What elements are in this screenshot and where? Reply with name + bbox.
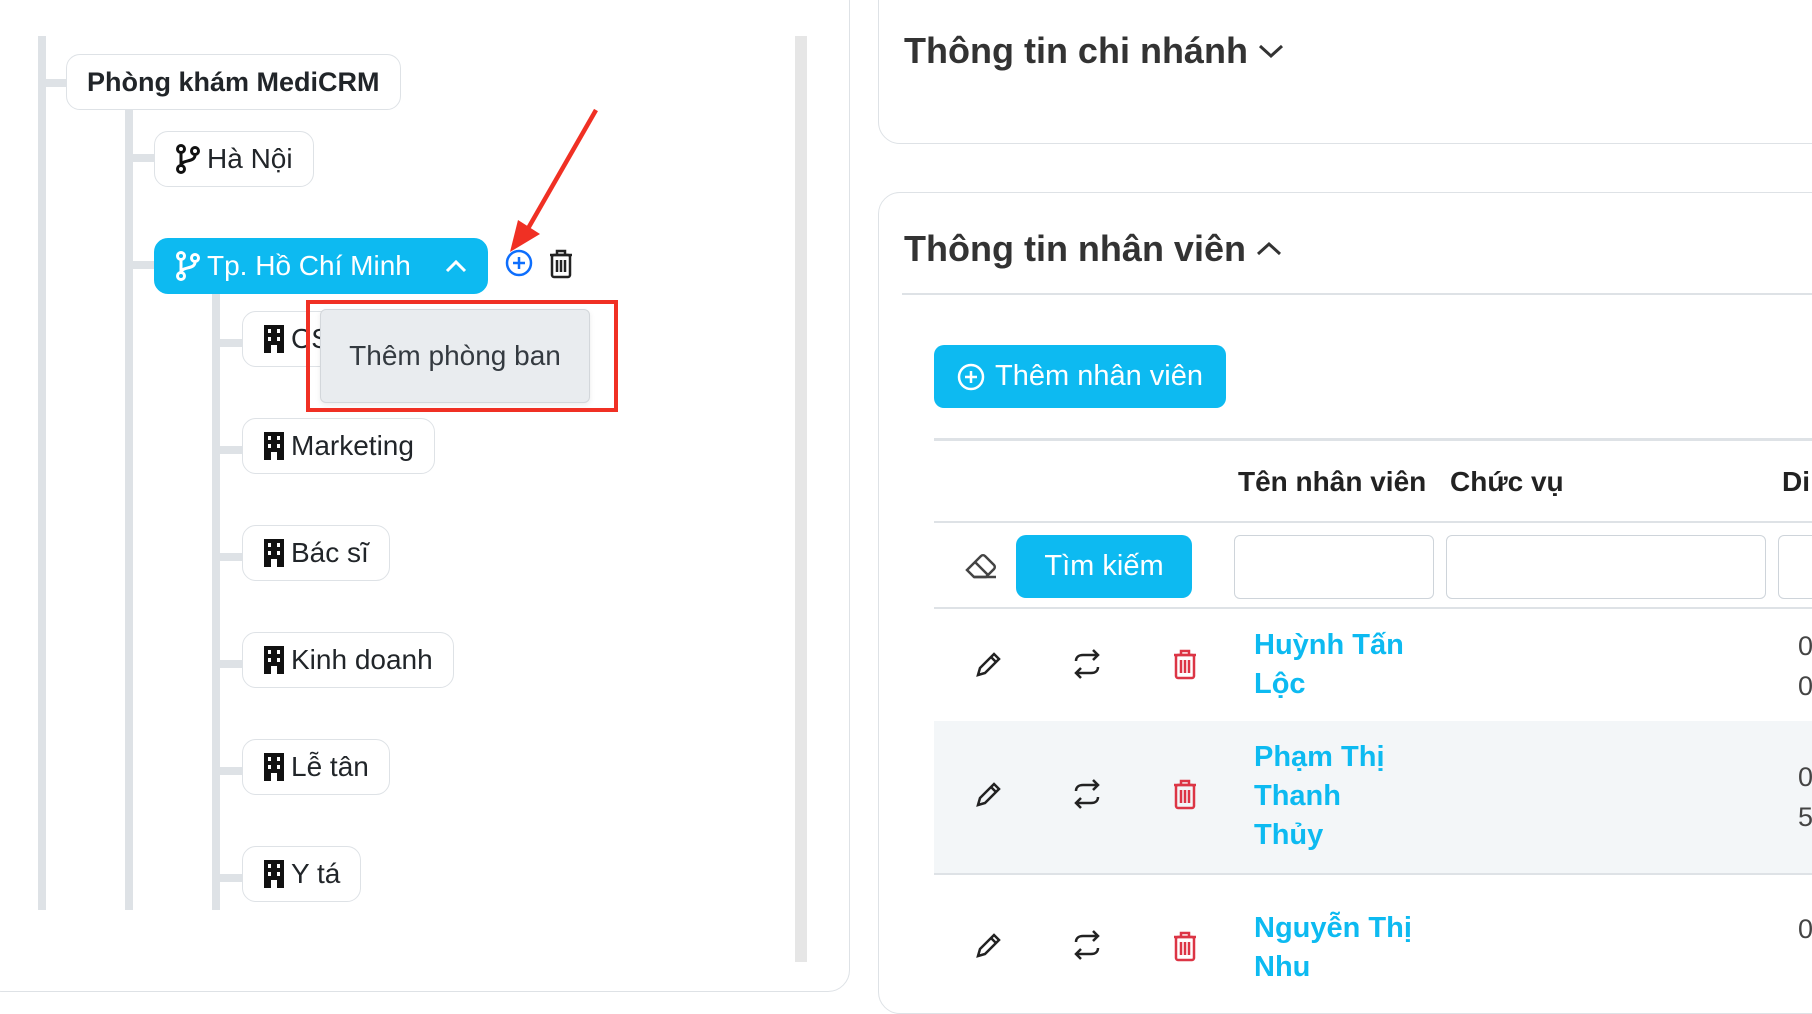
git-branch-icon — [176, 144, 200, 174]
tree-department-label: Y tá — [291, 858, 341, 889]
staff-name-line: Huỳnh Tấn — [1254, 629, 1404, 661]
tree-connector — [220, 339, 242, 347]
tree-department-le-tan[interactable]: Lễ tân — [242, 739, 390, 795]
cut-column-value: 0 — [1798, 909, 1812, 949]
divider — [934, 873, 1812, 875]
staff-info-title: Thông tin nhân viên — [904, 228, 1246, 269]
staff-name-link[interactable]: Phạm Thị Thanh Thủy — [1254, 738, 1385, 855]
swap-icon[interactable] — [1072, 930, 1102, 960]
table-top-border — [934, 438, 1812, 441]
chevron-up-icon — [1256, 241, 1281, 256]
column-header-position[interactable]: Chức vụ — [1450, 466, 1564, 498]
building-icon — [264, 753, 284, 781]
cut-filter-input[interactable] — [1778, 535, 1812, 599]
staff-name-line: Thanh — [1254, 780, 1341, 812]
tree-connector — [220, 767, 242, 775]
name-filter-input[interactable] — [1234, 535, 1434, 599]
tree-line-root — [38, 36, 46, 910]
tree-department-bac-si[interactable]: Bác sĩ — [242, 525, 390, 581]
staff-info-header[interactable]: Thông tin nhân viên — [904, 228, 1282, 270]
tree-connector — [46, 79, 68, 87]
cut-column-line: 5 — [1798, 802, 1812, 832]
staff-name-line: Thủy — [1254, 819, 1324, 851]
tree-branch-label: Hà Nội — [207, 143, 293, 174]
cut-column-value: 0 0 — [1798, 626, 1812, 706]
tree-branch-ha-noi[interactable]: Hà Nội — [154, 131, 314, 187]
cut-column-line: 0 — [1798, 762, 1812, 792]
cut-column-line: 0 — [1798, 914, 1812, 944]
staff-name-line: Nhu — [1254, 951, 1311, 983]
column-header-name[interactable]: Tên nhân viên — [1238, 466, 1426, 498]
tree-connector — [220, 874, 242, 882]
annotation-highlight-box — [306, 300, 618, 412]
pencil-icon[interactable] — [974, 779, 1004, 809]
staff-name-line: Lộc — [1254, 668, 1306, 700]
git-branch-icon — [176, 251, 200, 281]
tree-department-kinh-doanh[interactable]: Kinh doanh — [242, 632, 454, 688]
eraser-icon[interactable] — [964, 550, 1000, 582]
building-icon — [264, 432, 284, 460]
tree-department-label: Kinh doanh — [291, 644, 433, 675]
column-header-cut[interactable]: Di — [1782, 466, 1810, 498]
tree-department-y-ta[interactable]: Y tá — [242, 846, 362, 902]
swap-icon[interactable] — [1072, 779, 1102, 809]
branch-info-title: Thông tin chi nhánh — [904, 30, 1248, 71]
swap-icon[interactable] — [1072, 649, 1102, 679]
tree-connector — [220, 660, 242, 668]
cut-column-value: 0 5 — [1798, 757, 1812, 837]
tree-department-label: Lễ tân — [291, 751, 369, 782]
staff-name-link[interactable]: Nguyễn Thị Nhu — [1254, 909, 1412, 987]
tree-scrollbar[interactable] — [795, 36, 807, 962]
search-button-label: Tìm kiếm — [1044, 550, 1164, 582]
staff-name-line: Nguyễn Thị — [1254, 912, 1412, 944]
add-circle-icon — [957, 363, 985, 390]
tree-connector — [220, 446, 242, 454]
search-button[interactable]: Tìm kiếm — [1016, 535, 1192, 598]
pencil-icon[interactable] — [974, 930, 1004, 960]
tree-line-branches — [125, 110, 133, 910]
divider — [934, 521, 1812, 523]
tree-line-departments — [212, 290, 220, 910]
position-filter-input[interactable] — [1446, 535, 1766, 599]
add-staff-button[interactable]: Thêm nhân viên — [934, 345, 1226, 408]
add-staff-label: Thêm nhân viên — [995, 360, 1203, 392]
branch-info-header[interactable]: Thông tin chi nhánh — [904, 30, 1284, 72]
divider — [902, 293, 1812, 295]
tree-branch-tp-hcm[interactable]: Tp. Hồ Chí Minh — [154, 238, 488, 294]
tree-department-label: Marketing — [291, 430, 414, 461]
tree-connector — [220, 553, 242, 561]
staff-name-link[interactable]: Huỳnh Tấn Lộc — [1254, 626, 1404, 704]
tree-root-label: Phòng khám MediCRM — [87, 66, 380, 97]
pencil-icon[interactable] — [974, 649, 1004, 679]
annotation-arrow-icon — [510, 108, 598, 252]
tree-branch-label: Tp. Hồ Chí Minh — [207, 250, 411, 281]
building-icon — [264, 539, 284, 567]
building-icon — [264, 860, 284, 888]
cut-column-line: 0 — [1798, 671, 1812, 701]
chevron-down-icon — [1258, 44, 1283, 59]
building-icon — [264, 646, 284, 674]
tree-department-marketing[interactable]: Marketing — [242, 418, 435, 474]
cut-column-line: 0 — [1798, 631, 1812, 661]
tree-root-node[interactable]: Phòng khám MediCRM — [66, 54, 401, 110]
trash-icon[interactable] — [1172, 648, 1198, 680]
branch-info-card — [878, 0, 1812, 144]
tree-department-label: Bác sĩ — [291, 537, 369, 568]
building-icon — [264, 325, 284, 353]
trash-icon[interactable] — [1172, 930, 1198, 962]
trash-icon[interactable] — [1172, 778, 1198, 810]
staff-name-line: Phạm Thị — [1254, 741, 1385, 773]
chevron-up-icon[interactable] — [445, 259, 467, 273]
